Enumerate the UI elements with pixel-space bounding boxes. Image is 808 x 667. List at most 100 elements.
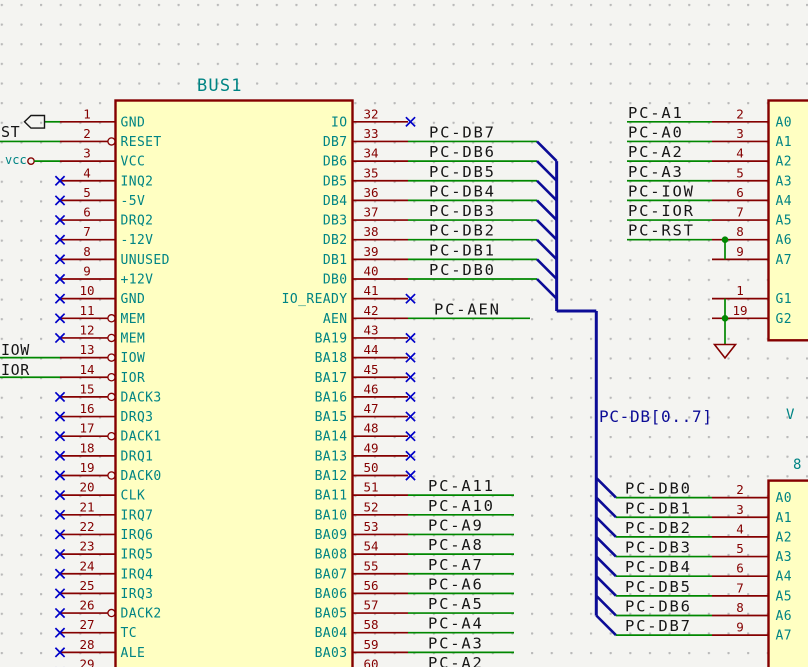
pin-number: 6 — [736, 185, 744, 200]
net-label[interactable]: PC-DB1 — [429, 241, 496, 259]
pin-number: 46 — [363, 381, 378, 396]
pin-number: 29 — [79, 657, 94, 667]
pin-name: BA18 — [315, 351, 348, 366]
net-label[interactable]: PC-DB3 — [625, 539, 692, 557]
pin-name: -5V — [121, 194, 146, 209]
pin-name: BA07 — [315, 567, 348, 582]
bus-entry[interactable] — [537, 200, 557, 220]
pin-name: A2 — [776, 530, 792, 545]
pin-name: A2 — [776, 155, 792, 170]
bus-entry[interactable] — [596, 596, 616, 616]
net-label[interactable]: PC-A2 — [628, 143, 684, 161]
net-label[interactable]: PC-DB2 — [429, 222, 496, 240]
bus-entry[interactable] — [596, 557, 616, 577]
bus-entry[interactable] — [537, 220, 557, 240]
net-label[interactable]: PC-DB7 — [429, 123, 496, 141]
net-label[interactable]: PC-DB6 — [429, 143, 496, 161]
net-label[interactable]: PC-RST — [628, 222, 695, 240]
bus-entry[interactable] — [596, 537, 616, 557]
pin-number: 47 — [363, 401, 378, 416]
pin-number: 15 — [79, 381, 94, 396]
pin-number: 5 — [736, 165, 744, 180]
net-label[interactable]: PC-DB2 — [625, 519, 692, 537]
pin-number: 41 — [363, 283, 378, 298]
pin-name: A4 — [776, 194, 792, 209]
pin-name: BA05 — [315, 607, 348, 622]
bus-entry[interactable] — [537, 161, 557, 181]
bus-entry[interactable] — [596, 576, 616, 596]
net-label[interactable]: PC-A4 — [428, 615, 484, 633]
net-label[interactable]: PC-A8 — [428, 536, 484, 554]
vcc-partial-text: V — [786, 407, 794, 423]
vcc-power-symbol[interactable] — [28, 158, 34, 164]
global-label-rst-partial[interactable]: ST — [1, 123, 20, 141]
bus-entry[interactable] — [537, 181, 557, 201]
net-label[interactable]: PC-IOR — [628, 202, 695, 220]
pin-number: 60 — [363, 657, 378, 667]
global-label-ior[interactable]: IOR — [1, 361, 30, 379]
pin-number: 11 — [79, 303, 94, 318]
net-label[interactable]: PC-A5 — [428, 595, 484, 613]
pin-name: IOR — [121, 371, 146, 386]
net-label[interactable]: PC-A2 — [428, 654, 484, 667]
global-label-arrow[interactable] — [25, 116, 45, 129]
pin-name: A1 — [776, 511, 792, 526]
pin-number: 52 — [363, 499, 378, 514]
bus-entry[interactable] — [537, 259, 557, 279]
pin-number: 56 — [363, 578, 378, 593]
pin-name: BA04 — [315, 626, 348, 641]
net-label[interactable]: PC-DB5 — [625, 578, 692, 596]
bus-net-label[interactable]: PC-DB[0..7] — [599, 407, 713, 426]
net-label[interactable]: PC-A11 — [428, 477, 495, 495]
net-label[interactable]: PC-A7 — [428, 556, 484, 574]
gnd-symbol[interactable] — [715, 345, 736, 359]
net-label[interactable]: PC-IOW — [628, 182, 695, 200]
pin-number: 40 — [363, 264, 378, 279]
pin-number: 4 — [736, 146, 744, 161]
pin-number: 23 — [79, 539, 94, 554]
net-label[interactable]: PC-AEN — [434, 300, 501, 318]
pin-number: 44 — [363, 342, 378, 357]
net-label[interactable]: PC-DB3 — [429, 202, 496, 220]
pin-name: A6 — [776, 609, 792, 624]
net-label[interactable]: PC-DB4 — [625, 558, 692, 576]
net-label[interactable]: PC-DB5 — [429, 163, 496, 181]
net-label[interactable]: PC-DB1 — [625, 499, 692, 517]
net-label[interactable]: PC-A0 — [628, 123, 684, 141]
inverted-pin-bubble — [108, 609, 115, 616]
net-label[interactable]: PC-A3 — [428, 634, 484, 652]
pin-number: 1 — [736, 283, 744, 298]
pin-number: 34 — [363, 146, 378, 161]
bus1-reference[interactable]: BUS1 — [197, 76, 243, 96]
pin-number: 16 — [79, 401, 94, 416]
net-label[interactable]: PC-DB0 — [625, 480, 692, 498]
bus-entry[interactable] — [596, 478, 616, 498]
pin-number: 3 — [736, 126, 744, 141]
pin-name: DB3 — [323, 214, 348, 229]
net-label[interactable]: PC-DB6 — [625, 598, 692, 616]
bus-entry[interactable] — [537, 279, 557, 299]
net-label[interactable]: PC-DB7 — [625, 617, 692, 635]
bus-entry[interactable] — [537, 240, 557, 260]
net-label[interactable]: PC-A10 — [428, 497, 495, 515]
net-label[interactable]: PC-A1 — [628, 104, 684, 122]
pin-name: TC — [121, 626, 137, 641]
net-label[interactable]: PC-A9 — [428, 516, 484, 534]
bus-entry[interactable] — [596, 616, 616, 636]
net-label[interactable]: PC-A3 — [628, 163, 684, 181]
net-label[interactable]: PC-DB4 — [429, 182, 496, 200]
pin-number: 39 — [363, 244, 378, 259]
net-label[interactable]: PC-A6 — [428, 575, 484, 593]
pin-name: DB7 — [323, 135, 348, 150]
inverted-pin-bubble — [108, 433, 115, 440]
pin-name: G1 — [776, 292, 792, 307]
vcc-power-label[interactable]: vcc — [5, 153, 27, 167]
bus-entry[interactable] — [596, 498, 616, 518]
net-label[interactable]: PC-DB0 — [429, 261, 496, 279]
global-label-iow[interactable]: IOW — [1, 341, 30, 359]
bus-entry[interactable] — [537, 141, 557, 161]
pin-number: 8 — [83, 244, 91, 259]
pin-number: 6 — [736, 561, 744, 576]
pin-name: MEM — [121, 331, 146, 346]
bus-entry[interactable] — [596, 517, 616, 537]
